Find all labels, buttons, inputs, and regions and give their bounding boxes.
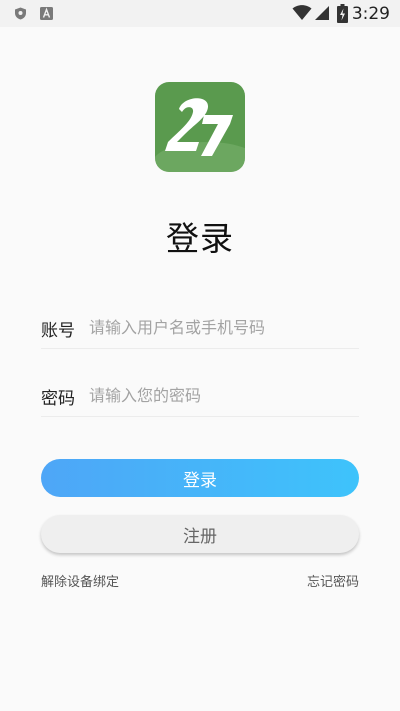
wifi-icon [292, 5, 312, 20]
login-button[interactable]: 登录 [41, 459, 359, 497]
password-label: 密码 [41, 389, 75, 409]
signal-icon [315, 6, 329, 20]
register-button[interactable]: 注册 [41, 515, 359, 553]
account-field-row: 账号 [41, 308, 359, 349]
password-input[interactable] [89, 380, 357, 410]
account-label: 账号 [41, 321, 75, 341]
unbind-device-link[interactable]: 解除设备绑定 [41, 571, 119, 590]
battery-charging-icon [337, 4, 348, 23]
page-title: 登录 [166, 219, 234, 258]
account-input[interactable] [89, 312, 357, 342]
status-bar: 3:29 [0, 0, 400, 27]
password-field-row: 密码 [41, 376, 359, 417]
app-logo [155, 82, 245, 172]
font-a-icon [40, 7, 53, 20]
forgot-password-link[interactable]: 忘记密码 [307, 571, 359, 590]
status-time: 3:29 [351, 4, 390, 24]
shield-icon [15, 7, 26, 20]
